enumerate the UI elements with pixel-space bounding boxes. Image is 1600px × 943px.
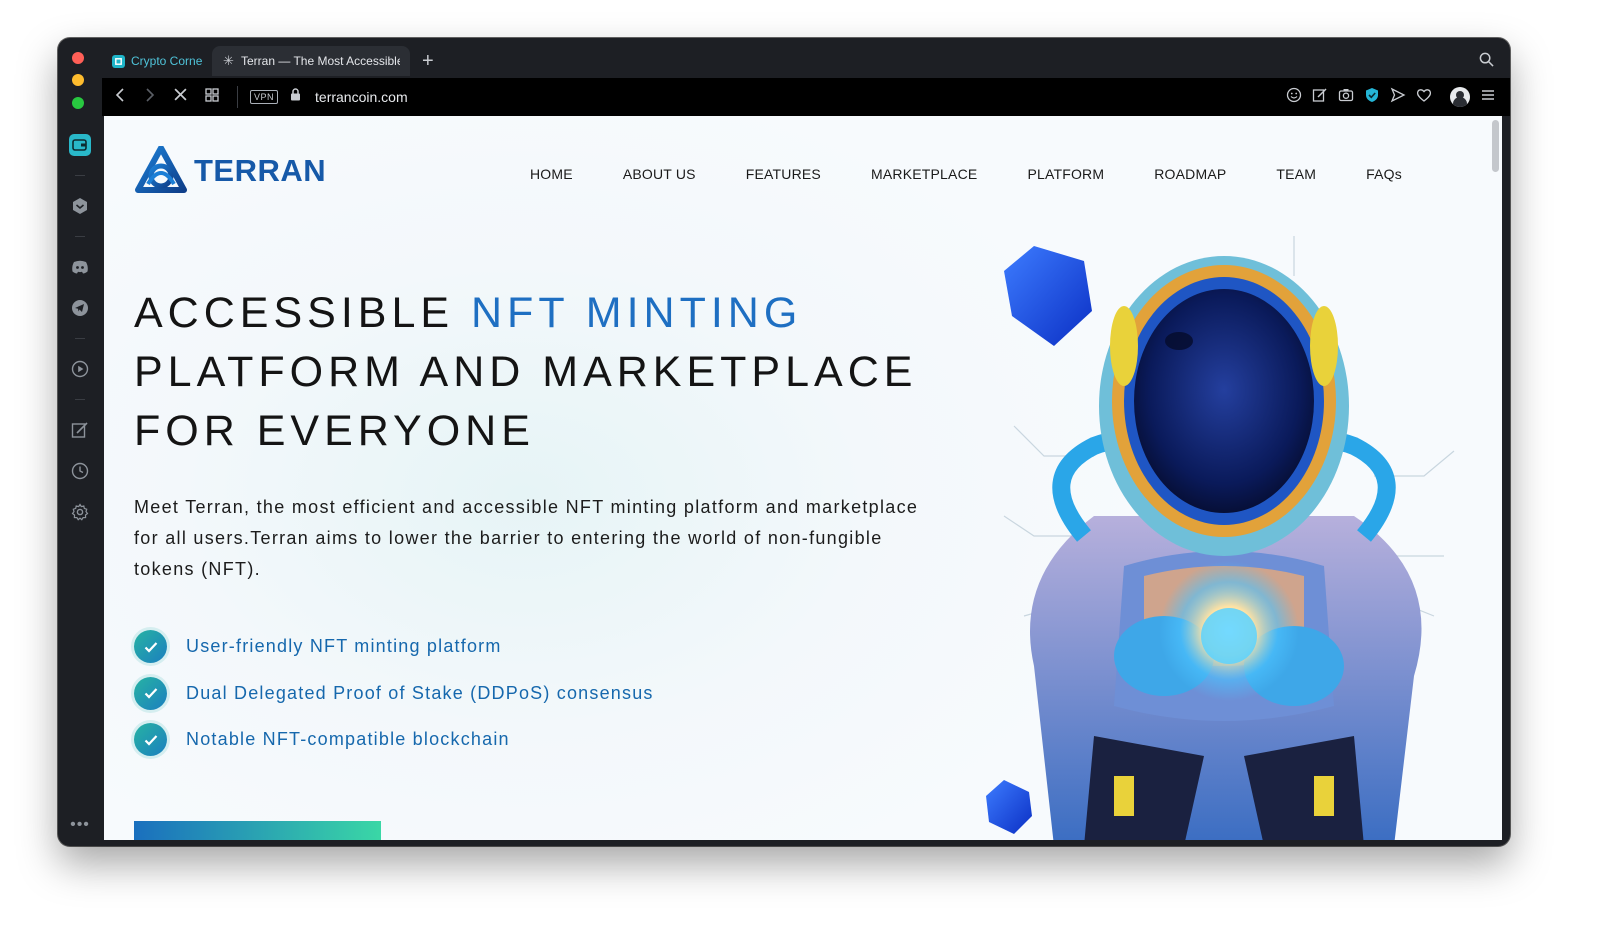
toolbar-divider xyxy=(237,86,238,108)
more-icon[interactable]: ••• xyxy=(70,816,90,834)
feature-list: User-friendly NFT minting platform Dual … xyxy=(134,630,654,770)
feature-item: Dual Delegated Proof of Stake (DDPoS) co… xyxy=(134,676,654,710)
edit-icon[interactable] xyxy=(1312,87,1328,108)
zoom-window-button[interactable] xyxy=(72,97,84,109)
tab-label: Terran — The Most Accessible xyxy=(241,54,400,68)
browser-window: Crypto Corne ✳ Terran — The Most Accessi… xyxy=(58,38,1510,846)
tab-terran[interactable]: ✳ Terran — The Most Accessible xyxy=(212,46,410,76)
menu-icon[interactable] xyxy=(1480,88,1496,107)
checkmark-icon xyxy=(134,723,167,756)
speed-dial-grid-icon[interactable] xyxy=(205,87,219,107)
new-tab-button[interactable]: + xyxy=(422,51,434,71)
camera-icon[interactable] xyxy=(1338,87,1354,108)
tab-crypto-corner[interactable]: Crypto Corne xyxy=(102,46,212,76)
heart-icon[interactable] xyxy=(1416,87,1432,108)
site-navigation: HOME ABOUT US FEATURES MARKETPLACE PLATF… xyxy=(530,166,1402,182)
feature-item: Notable NFT-compatible blockchain xyxy=(134,723,654,756)
nav-home[interactable]: HOME xyxy=(530,166,573,182)
astronaut-illustration xyxy=(986,236,1455,840)
crypto-wallet-icon[interactable] xyxy=(69,134,91,156)
checkmark-icon xyxy=(134,676,167,710)
terran-logo-icon xyxy=(135,146,187,193)
hero-title-part: ACCESSIBLE xyxy=(134,289,471,337)
toolbar-actions xyxy=(1286,78,1496,116)
vpn-badge[interactable]: VPN xyxy=(250,90,279,104)
feature-text: Dual Delegated Proof of Stake (DDPoS) co… xyxy=(186,682,654,703)
forward-icon[interactable] xyxy=(144,87,156,107)
hero-title-accent: NFT MINTING xyxy=(471,289,803,337)
feature-text: User-friendly NFT minting platform xyxy=(186,636,502,656)
web-page: TERRAN HOME ABOUT US FEATURES MARKETPLAC… xyxy=(104,116,1502,840)
settings-gear-icon[interactable] xyxy=(69,501,91,523)
nav-marketplace[interactable]: MARKETPLACE xyxy=(871,166,977,182)
nav-team[interactable]: TEAM xyxy=(1276,166,1316,182)
nav-roadmap[interactable]: ROADMAP xyxy=(1154,166,1226,182)
cta-button[interactable] xyxy=(134,821,381,840)
browser-sidebar: ••• xyxy=(58,116,102,846)
nav-features[interactable]: FEATURES xyxy=(746,166,821,182)
sidebar-divider xyxy=(75,338,85,339)
checkmark-icon xyxy=(134,630,167,663)
lock-icon[interactable] xyxy=(290,88,301,106)
browser-toolbar: VPN terrancoin.com xyxy=(102,78,1510,116)
telegram-icon[interactable] xyxy=(69,297,91,319)
tab-label: Crypto Corne xyxy=(131,54,202,68)
emoji-icon[interactable] xyxy=(1286,87,1302,108)
loading-spinner-icon: ✳ xyxy=(223,53,234,68)
notes-icon[interactable] xyxy=(69,419,91,441)
address-bar[interactable]: terrancoin.com xyxy=(315,89,408,105)
nav-about-us[interactable]: ABOUT US xyxy=(623,166,696,182)
crypto-market-icon[interactable] xyxy=(69,195,91,217)
page-scrollbar[interactable] xyxy=(1492,120,1499,172)
sidebar-divider xyxy=(75,236,85,237)
hero-title-part: PLATFORM AND MARKETPLACE xyxy=(134,348,918,396)
history-icon[interactable] xyxy=(69,460,91,482)
close-window-button[interactable] xyxy=(72,52,84,64)
feature-item: User-friendly NFT minting platform xyxy=(134,630,654,663)
hero-title-part: FOR EVERYONE xyxy=(134,407,535,455)
discord-icon[interactable] xyxy=(69,256,91,278)
back-icon[interactable] xyxy=(114,87,126,107)
send-icon[interactable] xyxy=(1390,87,1406,108)
feature-text: Notable NFT-compatible blockchain xyxy=(186,729,510,749)
search-tabs-icon[interactable] xyxy=(1479,52,1494,72)
sidebar-divider xyxy=(75,399,85,400)
brand-name: TERRAN xyxy=(194,153,327,188)
site-logo[interactable]: TERRAN xyxy=(134,146,326,196)
sidebar-divider xyxy=(75,175,85,176)
nav-platform[interactable]: PLATFORM xyxy=(1027,166,1104,182)
minimize-window-button[interactable] xyxy=(72,74,84,86)
profile-avatar[interactable] xyxy=(1450,87,1470,107)
crypto-corner-icon xyxy=(112,54,125,68)
tab-strip: Crypto Corne ✳ Terran — The Most Accessi… xyxy=(102,46,434,76)
nav-faqs[interactable]: FAQs xyxy=(1366,166,1402,182)
hero-description: Meet Terran, the most efficient and acce… xyxy=(134,497,919,579)
hero-title: ACCESSIBLE NFT MINTING PLATFORM AND MARK… xyxy=(134,284,917,461)
stop-loading-icon[interactable] xyxy=(174,88,187,106)
player-icon[interactable] xyxy=(69,358,91,380)
shield-check-icon[interactable] xyxy=(1364,87,1380,108)
